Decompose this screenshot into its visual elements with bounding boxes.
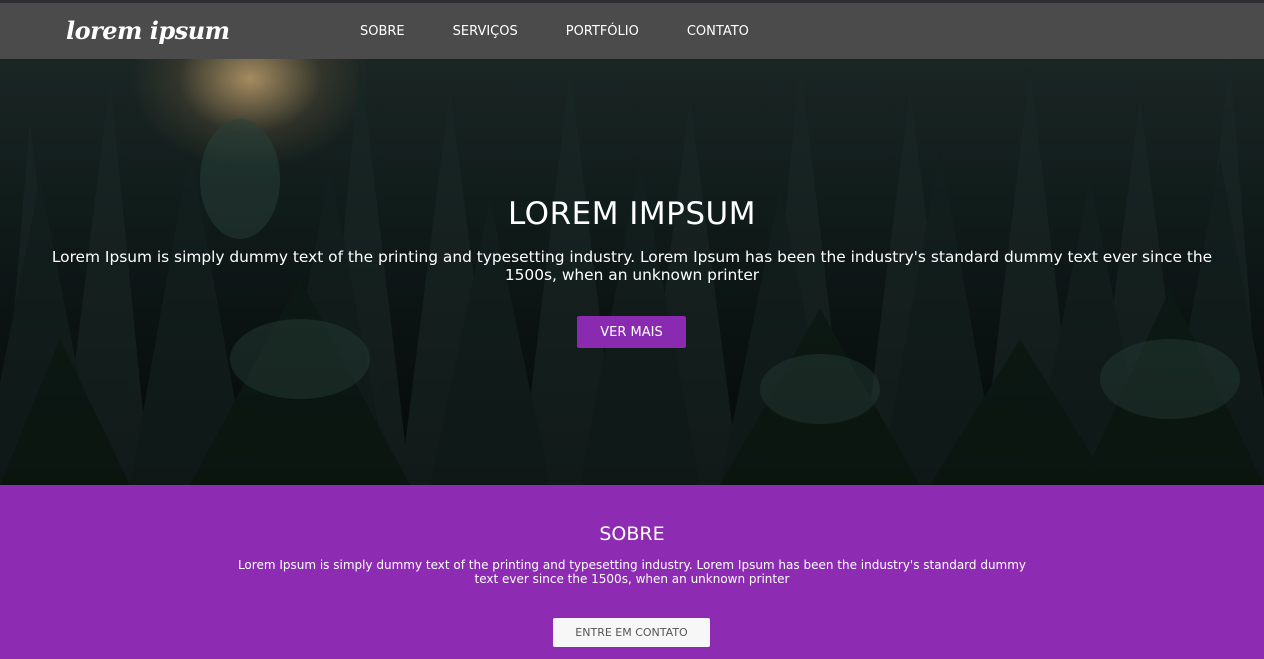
- nav-item-contato[interactable]: CONTATO: [687, 23, 749, 41]
- nav-item-sobre[interactable]: SOBRE: [360, 23, 405, 41]
- nav-item-servicos[interactable]: SERVIÇOS: [453, 23, 518, 41]
- hero-description: Lorem Ipsum is simply dummy text of the …: [51, 248, 1213, 284]
- about-description: Lorem Ipsum is simply dummy text of the …: [237, 558, 1027, 586]
- about-title: SOBRE: [599, 523, 665, 545]
- hero-title: LOREM IMPSUM: [508, 196, 756, 232]
- main-menu: SOBRE SERVIÇOS PORTFÓLIO CONTATO: [360, 23, 797, 41]
- entre-em-contato-button[interactable]: ENTRE EM CONTATO: [553, 618, 710, 647]
- hero-section: LOREM IMPSUM Lorem Ipsum is simply dummy…: [0, 59, 1264, 485]
- ver-mais-button[interactable]: VER MAIS: [577, 316, 686, 348]
- logo[interactable]: lorem ipsum: [66, 16, 230, 46]
- landing-page: lorem ipsum SOBRE SERVIÇOS PORTFÓLIO CON…: [0, 0, 1264, 659]
- nav-item-portfolio[interactable]: PORTFÓLIO: [566, 23, 639, 41]
- top-navigation-bar: lorem ipsum SOBRE SERVIÇOS PORTFÓLIO CON…: [0, 0, 1264, 59]
- about-section: SOBRE Lorem Ipsum is simply dummy text o…: [0, 485, 1264, 659]
